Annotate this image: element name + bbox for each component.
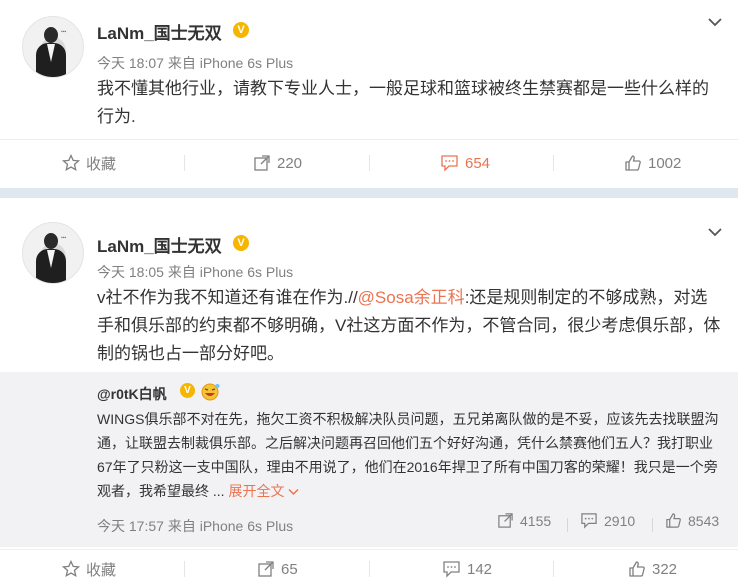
post-action-bar: 收藏 65 142 322	[0, 549, 738, 587]
comment-count: 654	[465, 154, 491, 172]
weibo-post-1: ▪▪▪ LaNm_国士无双 V 今天 18:07 来自 iPhone 6s Pl…	[0, 0, 738, 188]
repost-button[interactable]: 65	[257, 550, 298, 587]
thumbs-up-icon	[625, 155, 641, 171]
repost-meta: 今天 17:57 来自 iPhone 6s Plus	[97, 516, 293, 536]
reposted-content[interactable]: @r0tK白帆 V WINGS俱乐部不对在先，拖欠工资不积极解决队员问题，五兄弟…	[0, 372, 738, 547]
post-timestamp[interactable]: 今天 18:07	[97, 55, 164, 71]
username-link[interactable]: LaNm_国士无双	[97, 19, 222, 44]
comment-icon	[581, 513, 597, 529]
weibo-post-2: ▪▪▪ LaNm_国士无双 V 今天 18:05 来自 iPhone 6s Pl…	[0, 198, 738, 587]
repost-count: 220	[277, 154, 303, 172]
username-link[interactable]: LaNm_国士无双	[97, 232, 222, 257]
post-action-bar: 收藏 220 654 1002	[0, 139, 738, 185]
post-text: v社不作为我不知道还有谁在作为.//@Sosa余正科:还是规则制定的不够成熟，对…	[97, 284, 722, 368]
like-count: 1002	[648, 154, 682, 172]
user-avatar[interactable]: ▪▪▪	[22, 222, 84, 284]
source-prefix: 来自	[167, 518, 196, 534]
like-count: 8543	[688, 512, 720, 529]
comment-button[interactable]: 654	[440, 140, 490, 186]
expand-full-text-link[interactable]: 展开全文	[228, 483, 299, 499]
repost-text: WINGS俱乐部不对在先，拖欠工资不积极解决队员问题，五兄弟离队做的是不妥，应该…	[97, 407, 722, 503]
repost-body: WINGS俱乐部不对在先，拖欠工资不积极解决队员问题，五兄弟离队做的是不妥，应该…	[97, 411, 719, 499]
post-meta: 今天 18:05 来自 iPhone 6s Plus	[97, 262, 293, 282]
repost-repost-button[interactable]: 4155	[497, 512, 551, 529]
post-separator	[0, 188, 738, 198]
repost-timestamp[interactable]: 今天 17:57	[97, 518, 164, 534]
like-count: 322	[652, 560, 678, 578]
post-meta: 今天 18:07 来自 iPhone 6s Plus	[97, 53, 293, 73]
favorite-label: 收藏	[86, 561, 117, 579]
verified-badge-icon: V	[180, 383, 195, 398]
repost-button[interactable]: 220	[253, 140, 302, 186]
source-device[interactable]: iPhone 6s Plus	[200, 55, 293, 71]
source-device[interactable]: iPhone 6s Plus	[200, 518, 293, 534]
comment-icon	[443, 561, 460, 578]
chevron-down-icon[interactable]	[707, 17, 723, 27]
favorite-button[interactable]: 收藏	[62, 140, 116, 186]
comment-icon	[441, 155, 458, 172]
comment-button[interactable]: 142	[442, 550, 492, 587]
post-timestamp[interactable]: 今天 18:05	[97, 264, 164, 280]
laughing-emoji-icon	[201, 383, 220, 401]
star-icon	[62, 560, 80, 578]
repost-count: 4155	[520, 512, 552, 529]
repost-icon	[498, 513, 513, 528]
repost-username-link[interactable]: @r0tK白帆	[97, 384, 167, 404]
mention-link[interactable]: @Sosa余正科	[358, 288, 465, 307]
comment-count: 2910	[604, 512, 636, 529]
expand-label: 展开全文	[228, 483, 285, 499]
post-text: 我不懂其他行业，请教下专业人士，一般足球和篮球被终生禁赛都是一些什么样的行为.	[97, 79, 709, 126]
like-button[interactable]: 1002	[624, 140, 681, 186]
repost-like-button[interactable]: 8543	[665, 512, 719, 529]
repost-icon	[254, 155, 270, 171]
thumbs-up-icon	[629, 561, 645, 577]
verified-badge-icon: V	[233, 22, 249, 38]
user-avatar[interactable]: ▪▪▪	[22, 16, 84, 78]
thumbs-up-icon	[666, 513, 681, 528]
favorite-label: 收藏	[86, 155, 117, 173]
source-prefix: 来自	[167, 55, 196, 71]
favorite-button[interactable]: 收藏	[62, 550, 116, 587]
source-prefix: 来自	[167, 264, 196, 280]
like-button[interactable]: 322	[628, 550, 677, 587]
repost-count: 65	[281, 560, 298, 578]
source-device[interactable]: iPhone 6s Plus	[200, 264, 293, 280]
repost-icon	[258, 561, 274, 577]
comment-count: 142	[467, 560, 493, 578]
chevron-down-icon[interactable]	[707, 227, 723, 237]
post-text-part: v社不作为我不知道还有谁在作为.//	[97, 288, 358, 307]
chevron-down-icon	[288, 489, 299, 496]
repost-comment-button[interactable]: 2910	[580, 512, 635, 529]
verified-badge-icon: V	[233, 235, 249, 251]
star-icon	[62, 154, 80, 172]
